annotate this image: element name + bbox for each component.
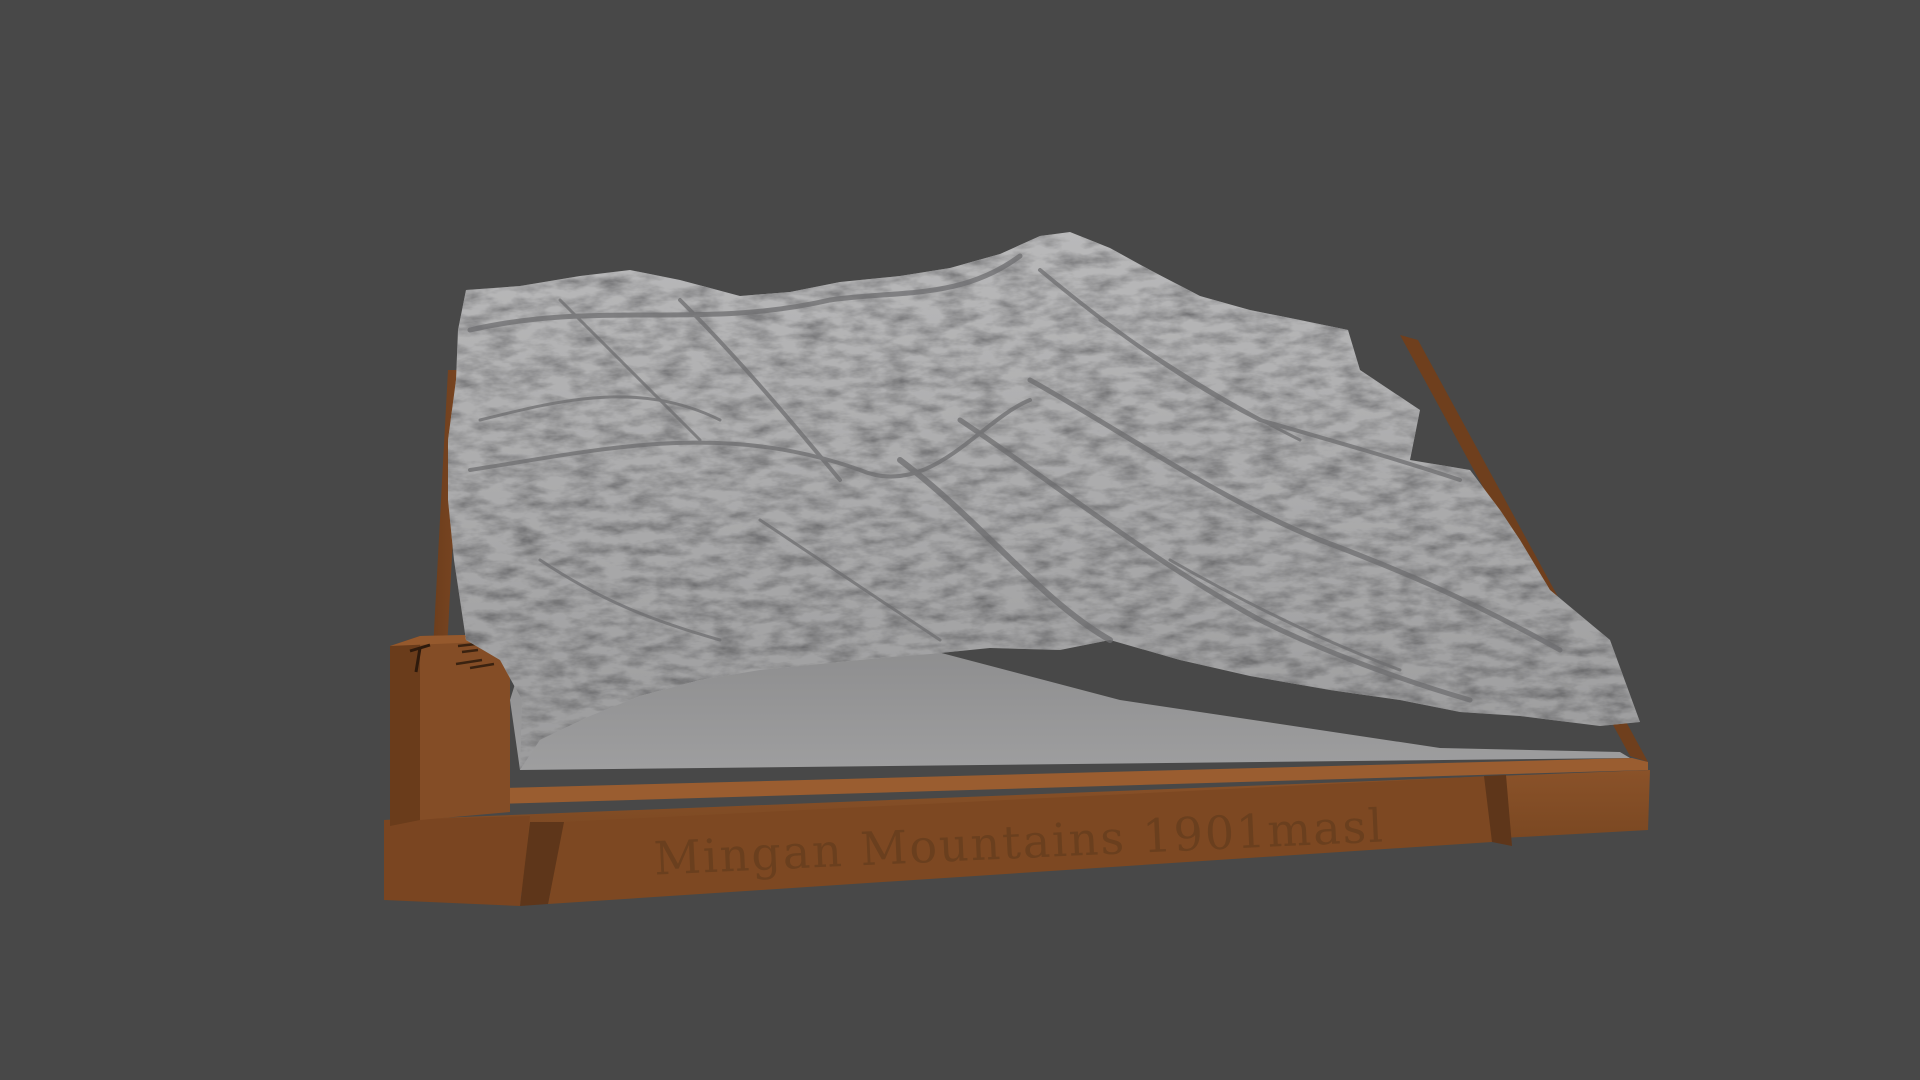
terrain-scene: Mingan Mountains 1901masl xyxy=(384,232,1650,906)
3d-viewport[interactable]: Mingan Mountains 1901masl xyxy=(0,0,1920,1080)
